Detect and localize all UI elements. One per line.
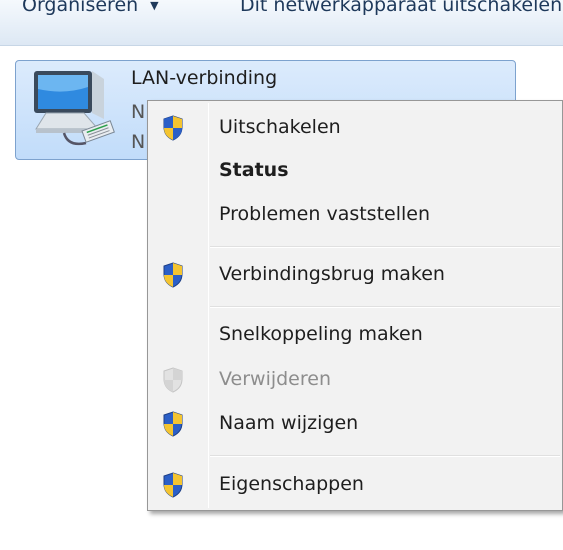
uac-shield-icon xyxy=(163,472,183,498)
menu-item-bridge-connections[interactable]: Verbindingsbrug maken xyxy=(148,255,562,295)
menu-item-label: Status xyxy=(219,159,289,181)
context-menu: Uitschakelen Status Problemen vaststelle… xyxy=(147,100,563,511)
menu-separator xyxy=(210,306,560,308)
menu-item-status[interactable]: Status xyxy=(148,151,562,191)
menu-item-label: Eigenschappen xyxy=(219,473,364,495)
menu-item-label: Naam wijzigen xyxy=(219,412,359,434)
organize-menu-button[interactable]: Organiseren ▼ xyxy=(22,0,159,16)
network-adapter-icon xyxy=(34,71,115,146)
uac-shield-icon xyxy=(163,115,183,141)
menu-item-label: Uitschakelen xyxy=(219,116,341,138)
uac-shield-icon xyxy=(163,262,183,288)
menu-separator xyxy=(210,455,560,457)
disable-device-button[interactable]: Dit netwerkapparaat uitschakelen xyxy=(240,0,562,16)
command-bar: Organiseren ▼ Dit netwerkapparaat uitscha… xyxy=(0,0,563,46)
connection-name: LAN-verbinding xyxy=(131,67,278,89)
uac-shield-icon xyxy=(163,411,183,437)
menu-item-label: Snelkoppeling maken xyxy=(219,323,423,345)
organize-label: Organiseren xyxy=(22,0,139,16)
menu-item-properties[interactable]: Eigenschappen xyxy=(148,465,562,505)
menu-item-label: Verbindingsbrug maken xyxy=(219,263,445,285)
menu-item-label: Problemen vaststellen xyxy=(219,203,431,225)
menu-item-create-shortcut[interactable]: Snelkoppeling maken xyxy=(148,315,562,355)
menu-item-delete: Verwijderen xyxy=(148,360,562,400)
uac-shield-icon xyxy=(163,367,183,393)
menu-item-disable[interactable]: Uitschakelen xyxy=(148,108,562,148)
connection-status-text: N xyxy=(131,101,146,123)
menu-item-label: Verwijderen xyxy=(219,368,331,390)
menu-item-diagnose[interactable]: Problemen vaststellen xyxy=(148,195,562,235)
menu-item-rename[interactable]: Naam wijzigen xyxy=(148,404,562,444)
chevron-down-icon: ▼ xyxy=(150,0,159,12)
menu-separator xyxy=(210,246,560,248)
connection-device-text: N xyxy=(131,131,146,153)
